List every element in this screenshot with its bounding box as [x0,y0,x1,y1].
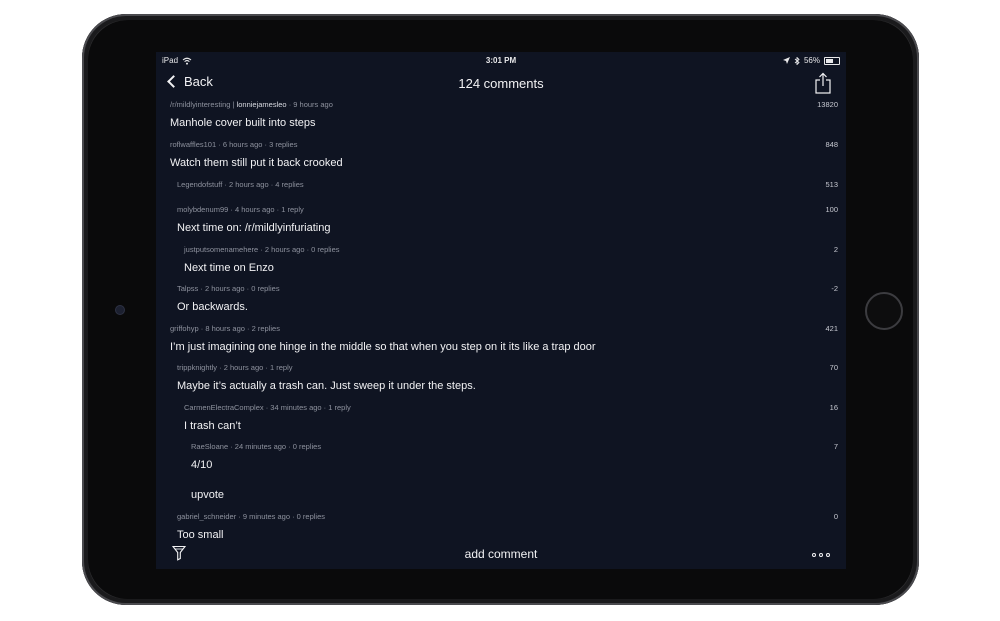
post-subreddit[interactable]: /r/mildlyinteresting [170,100,230,109]
comment-score: -2 [831,284,838,293]
post-title: Manhole cover built into steps [170,117,316,129]
comment-info: 24 minutes ago · 0 replies [234,442,322,451]
more-dots-icon[interactable] [812,553,830,557]
comment-meta: roflwaffles101 · 6 hours ago · 3 replies [170,140,298,149]
bottom-toolbar: add comment [156,539,846,569]
comment-info: 2 hours ago · 0 replies [264,245,340,254]
comment-author[interactable]: roflwaffles101 [170,140,216,149]
comment-body: 4/10 [191,459,213,471]
comment-meta: trippknightly · 2 hours ago · 1 reply [177,363,293,372]
comment-author[interactable]: Talpss [177,284,198,293]
comment-info: 2 hours ago · 0 replies [204,284,280,293]
comment-author[interactable]: griffohyp [170,324,199,333]
comment-author[interactable]: CarmenElectraComplex [184,403,264,412]
comment-info: 2 hours ago · 4 replies [229,180,304,189]
more-dot [812,553,816,557]
comment-score: 0 [833,512,838,521]
comment-score: 848 [825,140,838,149]
comment-info: 6 hours ago · 3 replies [222,140,298,149]
comment-author[interactable]: gabriel_schneider [177,512,236,521]
comment-author[interactable]: trippknightly [177,363,217,372]
app-screen: iPad 3:01 PM 56% Back 124 comments /r/mi… [156,52,846,569]
comment-author[interactable]: RaeSloane [191,442,228,451]
comment-meta: justputsomenamehere · 2 hours ago · 0 re… [184,245,340,254]
bluetooth-icon [794,56,800,65]
more-dot [819,553,823,557]
post-score: 13820 [817,100,838,109]
comment-score: 100 [825,205,838,214]
post-meta: /r/mildlyinteresting | lonniejamesleo · … [170,100,333,109]
comment-author[interactable]: justputsomenamehere [184,245,258,254]
page-title: 124 comments [458,76,544,91]
comment-meta: Talpss · 2 hours ago · 0 replies [177,284,280,293]
comment-score: 421 [825,324,838,333]
comment-body: Next time on Enzo [184,262,274,274]
comment-score: 70 [829,363,838,372]
comment-body: Maybe it’s actually a trash can. Just sw… [177,380,476,392]
comment-author[interactable]: Legendofstuff [177,180,222,189]
comment-score: 2 [833,245,838,254]
comment-body: Watch them still put it back crooked [170,157,343,169]
comment-body: I trash can’t [184,420,241,432]
comment-info: 4 hours ago · 1 reply [234,205,304,214]
share-icon[interactable] [814,72,832,94]
comment-score: 513 [825,180,838,189]
comment-body: I’m just imagining one hinge in the midd… [170,341,596,353]
more-dot [826,553,830,557]
home-button[interactable] [865,292,903,330]
comment-info: 34 minutes ago · 1 reply [270,403,351,412]
comment-info: 9 minutes ago · 0 replies [242,512,326,521]
battery-level-fill [826,58,833,63]
post-time: 9 hours ago [293,100,333,109]
navigation-bar: Back 124 comments [156,70,846,100]
comment-body-line-2: upvote [191,489,225,501]
front-camera [116,306,124,314]
battery-percent: 56% [803,56,820,65]
comment-meta: RaeSloane · 24 minutes ago · 0 replies [191,442,322,451]
location-arrow-icon [782,57,790,64]
comment-meta: CarmenElectraComplex · 34 minutes ago · … [184,403,351,412]
comment-meta: molybdenum99 · 4 hours ago · 1 reply [177,205,304,214]
comment-meta: griffohyp · 8 hours ago · 2 replies [170,324,280,333]
comment-meta: Legendofstuff · 2 hours ago · 4 replies [177,180,304,189]
status-bar: iPad 3:01 PM 56% [156,52,846,70]
post-author[interactable]: lonniejamesleo [237,100,287,109]
comment-info: 2 hours ago · 1 reply [223,363,293,372]
comment-meta: gabriel_schneider · 9 minutes ago · 0 re… [177,512,326,521]
battery-icon [824,56,840,65]
comment-score: 7 [833,442,838,451]
status-time: 3:01 PM [485,56,517,65]
comment-body: Or backwards. [177,301,248,313]
comment-author[interactable]: molybdenum99 [177,205,228,214]
add-comment-button[interactable]: add comment [156,547,846,561]
comment-score: 16 [829,403,838,412]
comment-body: Next time on: /r/mildlyinfuriating [177,222,331,234]
comment-info: 8 hours ago · 2 replies [205,324,280,333]
comment-thread[interactable]: /r/mildlyinteresting | lonniejamesleo · … [156,100,846,541]
